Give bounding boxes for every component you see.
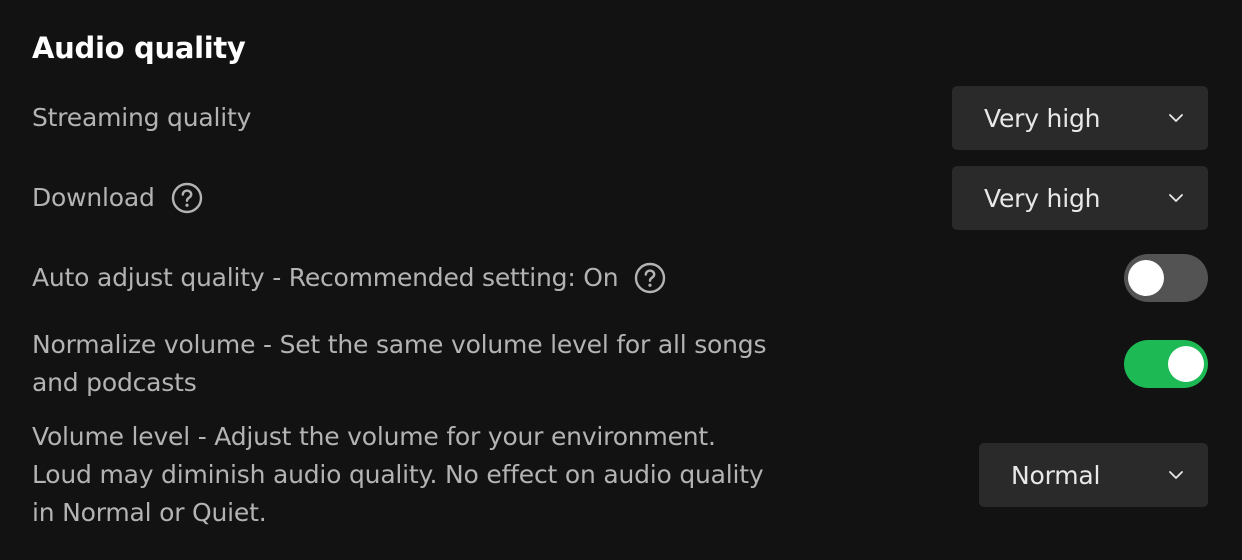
volume-level-label-line3: in Normal or Quiet. bbox=[32, 498, 267, 527]
chevron-down-icon bbox=[1166, 188, 1186, 208]
streaming-quality-row: Streaming quality bbox=[32, 99, 251, 137]
normalize-volume-toggle[interactable] bbox=[1124, 340, 1208, 388]
question-circle-icon[interactable] bbox=[171, 182, 203, 214]
normalize-volume-label-line1: Normalize volume - Set the same volume l… bbox=[32, 330, 767, 359]
volume-level-dropdown[interactable]: Normal bbox=[979, 443, 1208, 507]
volume-level-value: Normal bbox=[1011, 460, 1101, 490]
streaming-quality-dropdown[interactable]: Very high bbox=[952, 86, 1208, 150]
volume-level-label-line2: Loud may diminish audio quality. No effe… bbox=[32, 460, 764, 489]
auto-adjust-row: Auto adjust quality - Recommended settin… bbox=[32, 259, 666, 297]
normalize-volume-row: Normalize volume - Set the same volume l… bbox=[32, 326, 792, 402]
download-quality-dropdown[interactable]: Very high bbox=[952, 166, 1208, 230]
normalize-volume-label-line2: and podcasts bbox=[32, 368, 197, 397]
chevron-down-icon bbox=[1166, 108, 1186, 128]
download-row: Download bbox=[32, 179, 203, 217]
audio-quality-settings: Audio quality Streaming quality Very hig… bbox=[0, 0, 1242, 560]
auto-adjust-label: Auto adjust quality - Recommended settin… bbox=[32, 263, 619, 292]
question-circle-icon[interactable] bbox=[634, 262, 666, 294]
chevron-down-icon bbox=[1166, 465, 1186, 485]
auto-adjust-toggle[interactable] bbox=[1124, 254, 1208, 302]
streaming-quality-value: Very high bbox=[984, 103, 1101, 133]
volume-level-row: Volume level - Adjust the volume for you… bbox=[32, 418, 792, 532]
section-title: Audio quality bbox=[32, 31, 246, 65]
download-quality-value: Very high bbox=[984, 183, 1101, 213]
download-label: Download bbox=[32, 183, 155, 212]
streaming-quality-label: Streaming quality bbox=[32, 103, 252, 132]
volume-level-label-line1: Volume level - Adjust the volume for you… bbox=[32, 422, 716, 451]
toggle-knob bbox=[1128, 260, 1164, 296]
toggle-knob bbox=[1168, 346, 1204, 382]
